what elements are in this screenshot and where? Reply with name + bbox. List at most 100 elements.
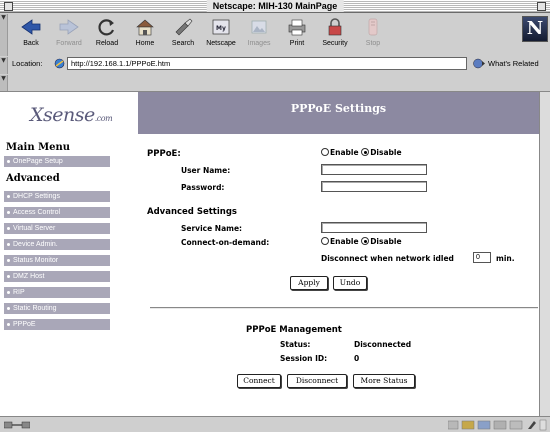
service-name-input[interactable] [321, 222, 427, 233]
toolbar-collapse-tab[interactable]: ▼ [0, 14, 8, 56]
sidebar-item-dhcp-settings[interactable]: DHCP Settings [4, 191, 110, 202]
page-proxy-icon[interactable] [54, 58, 65, 69]
back-label: Back [23, 40, 39, 47]
status-label: Status: [280, 340, 311, 349]
cod-disable-radio[interactable] [361, 237, 370, 245]
pppoe-disable-radio[interactable] [361, 148, 370, 156]
page-content: Xsense.com PPPoE Settings Main Menu OneP… [0, 92, 539, 416]
location-label: Location: [12, 59, 43, 68]
navigation-toolbar: Back Forward Reload Home Search My Netsc… [12, 15, 542, 53]
idle-timeout-input[interactable]: 0 [473, 252, 491, 263]
cod-disable-label: Disable [370, 237, 402, 246]
component-bar-icons[interactable] [448, 419, 548, 431]
back-button[interactable]: Back [12, 15, 50, 53]
idle-timeout-unit: min. [496, 254, 515, 263]
svg-text:My: My [216, 25, 226, 32]
images-label: Images [247, 40, 271, 47]
connection-status-icon [4, 421, 30, 429]
whats-related-icon [473, 58, 485, 69]
back-arrow-icon [21, 19, 41, 35]
pppoe-enable-radio[interactable] [321, 148, 329, 156]
pppoe-disable-label: Disable [370, 148, 402, 157]
images-icon [251, 20, 267, 34]
sidebar-item-status-monitor[interactable]: Status Monitor [4, 255, 110, 266]
advanced-heading: Advanced [6, 173, 60, 184]
cod-enable-label: Enable [330, 237, 359, 246]
search-flashlight-icon [175, 18, 193, 36]
sidebar-item-virtual-server[interactable]: Virtual Server [4, 223, 110, 234]
pppoe-mode-radio-group: Enable Disable [321, 148, 402, 159]
connect-button[interactable]: Connect [237, 374, 281, 388]
section-divider [150, 307, 538, 309]
sidebar-item-dmz-host[interactable]: DMZ Host [4, 271, 110, 282]
status-value: Disconnected [354, 340, 412, 349]
stop-button[interactable]: Stop [354, 15, 392, 53]
main-menu-heading: Main Menu [6, 142, 71, 153]
user-name-input[interactable] [321, 164, 427, 175]
brand-name: Xsense [30, 104, 95, 126]
cod-enable-radio[interactable] [321, 237, 329, 245]
search-button[interactable]: Search [164, 15, 202, 53]
security-button[interactable]: Security [316, 15, 354, 53]
idle-timeout-label: Disconnect when network idled [321, 254, 454, 263]
location-bar: Location: http://192.168.1.1/PPPoE.htm W… [12, 57, 550, 71]
session-id-value: 0 [354, 354, 360, 363]
window-title-bar[interactable]: Netscape: MIH-130 MainPage [0, 0, 550, 13]
password-label: Password: [181, 183, 225, 192]
forward-arrow-icon [59, 19, 79, 35]
print-label: Print [289, 40, 305, 47]
connect-on-demand-label: Connect-on-demand: [181, 238, 270, 247]
connect-on-demand-radio-group: Enable Disable [321, 237, 402, 248]
netscape-label: Netscape [206, 40, 236, 47]
window-close-box[interactable] [4, 2, 13, 11]
padlock-icon [328, 18, 342, 36]
page-title: PPPoE Settings [290, 102, 387, 115]
print-button[interactable]: Print [278, 15, 316, 53]
stop-icon [368, 18, 378, 36]
session-id-label: Session ID: [280, 354, 328, 363]
sidebar-item-static-routing[interactable]: Static Routing [4, 303, 110, 314]
netscape-n-logo[interactable]: N [522, 16, 548, 42]
netscape-button[interactable]: My Netscape [202, 15, 240, 53]
home-icon [136, 19, 154, 36]
advanced-settings-heading: Advanced Settings [147, 207, 237, 217]
user-name-label: User Name: [181, 166, 231, 175]
vertical-scrollbar[interactable] [539, 92, 550, 416]
sidebar-item-onepage-setup[interactable]: OnePage Setup [4, 156, 110, 167]
undo-button[interactable]: Undo [333, 276, 367, 290]
security-label: Security [322, 40, 348, 47]
window-zoom-box[interactable] [537, 2, 546, 11]
reload-button[interactable]: Reload [88, 15, 126, 53]
sidebar-item-pppoe[interactable]: PPPoE [4, 319, 110, 330]
sidebar-item-device-admin[interactable]: Device Admin. [4, 239, 110, 250]
whats-related-label: What's Related [488, 59, 539, 68]
pppoe-enable-label: Enable [330, 148, 359, 157]
home-label: Home [135, 40, 155, 47]
sidebar: Main Menu OnePage Setup Advanced DHCP Se… [0, 134, 138, 416]
forward-button[interactable]: Forward [50, 15, 88, 53]
url-field[interactable]: http://192.168.1.1/PPPoE.htm [67, 57, 467, 70]
stop-label: Stop [365, 40, 381, 47]
pppoe-management-heading: PPPoE Management [246, 325, 342, 335]
status-bar [0, 416, 550, 432]
reload-icon [98, 19, 115, 36]
password-input[interactable] [321, 181, 427, 192]
more-status-button[interactable]: More Status [353, 374, 415, 388]
disconnect-button[interactable]: Disconnect [287, 374, 347, 388]
brand-logo-text: Xsense.com [30, 104, 113, 126]
home-button[interactable]: Home [126, 15, 164, 53]
netscape-my-icon: My [212, 19, 230, 35]
personal-toolbar-collapse-tab[interactable]: ▼ [0, 75, 8, 91]
reload-label: Reload [95, 40, 119, 47]
apply-button[interactable]: Apply [290, 276, 328, 290]
window-title: Netscape: MIH-130 MainPage [206, 0, 344, 12]
brand-logo: Xsense.com [0, 92, 138, 134]
pppoe-label: PPPoE: [147, 149, 181, 159]
sidebar-item-rip[interactable]: RIP [4, 287, 110, 298]
whats-related-button[interactable]: What's Related [472, 57, 550, 70]
location-collapse-tab[interactable]: ▼ [0, 57, 8, 74]
printer-icon [288, 19, 306, 36]
images-button[interactable]: Images [240, 15, 278, 53]
sidebar-item-access-control[interactable]: Access Control [4, 207, 110, 218]
brand-suffix: .com [94, 114, 113, 123]
